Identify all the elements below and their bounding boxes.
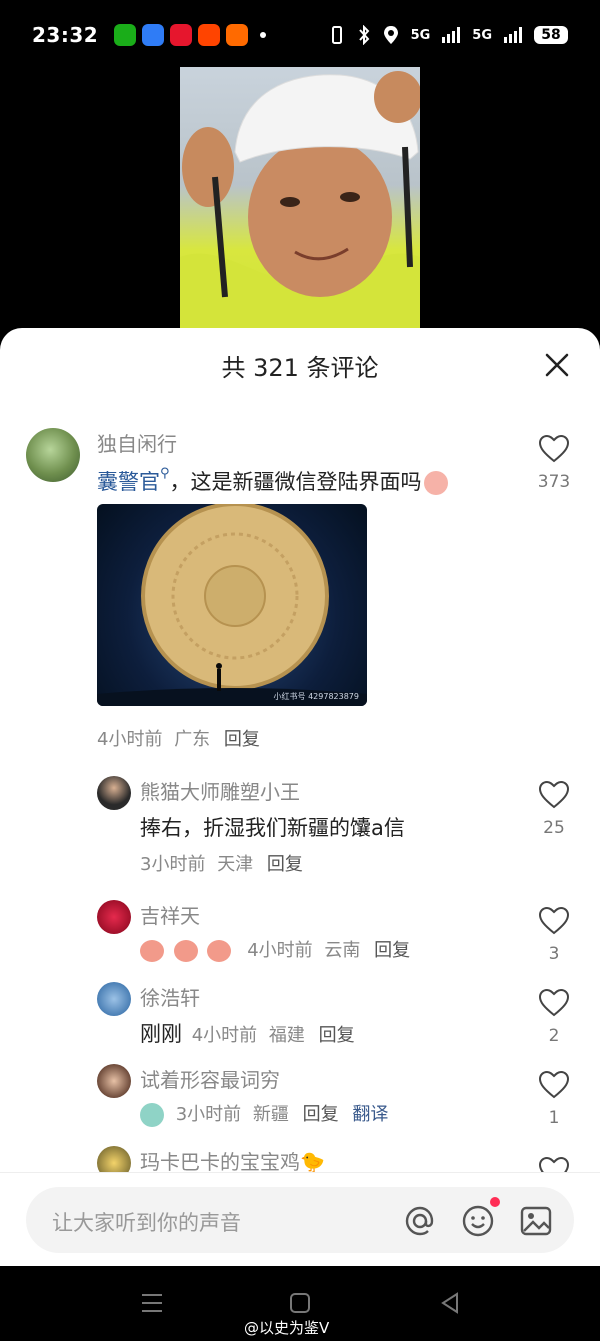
like-button[interactable]: 3: [534, 906, 574, 964]
wechat-app-icon: [114, 24, 137, 46]
notification-dot: [490, 1197, 500, 1207]
comment-meta: 3小时前 新疆 回复 翻译: [140, 1100, 388, 1127]
emoji-sticker-icon: [173, 940, 198, 962]
reply-button[interactable]: 回复: [374, 940, 410, 961]
close-icon[interactable]: [542, 350, 572, 380]
avatar[interactable]: [97, 982, 131, 1016]
back-icon[interactable]: [438, 1292, 462, 1314]
reply-item: 试着形容最词穷 3小时前 新疆 回复 翻译 1: [0, 1060, 600, 1140]
menu-icon[interactable]: [140, 1292, 164, 1314]
comment-meta: 4小时前 广东 回复: [97, 729, 260, 750]
police-officer-image: [180, 71, 420, 329]
like-count: 25: [543, 818, 565, 838]
comment-text[interactable]: 囊警官⚲，这是新疆微信登陆界面吗: [97, 466, 448, 496]
heart-icon: [538, 906, 570, 935]
weibo-app-icon: [170, 24, 193, 46]
signal-icon-1: [442, 27, 461, 43]
naan-moon-image: [97, 504, 367, 706]
orange-app-icon: [226, 24, 249, 46]
notification-app-icons: [114, 24, 267, 46]
reply-item: 吉祥天 4小时前 云南 回复 3: [0, 896, 600, 976]
emoji-sticker-icon: [207, 940, 232, 962]
comment-meta: 刚刚 4小时前 福建 回复: [140, 1022, 355, 1046]
comment-input-bar: 让大家听到你的声音: [0, 1172, 600, 1266]
emoji-sticker-icon: [423, 471, 448, 495]
reply-button[interactable]: 回复: [267, 854, 303, 875]
like-button[interactable]: 2: [534, 988, 574, 1046]
avatar[interactable]: [97, 776, 131, 810]
reply-button[interactable]: 回复: [303, 1104, 339, 1125]
heart-icon: [538, 434, 570, 463]
reply-button[interactable]: 回复: [319, 1025, 355, 1046]
avatar[interactable]: [26, 428, 80, 482]
comment-username[interactable]: 徐浩轩: [140, 982, 200, 1011]
like-count: 373: [537, 472, 571, 492]
comment-meta: 3小时前 天津 回复: [140, 854, 303, 875]
sheet-header: 共 321 条评论: [0, 328, 600, 402]
comment-sheet: 共 321 条评论 独自闲行 囊警官⚲，这是新疆微信登陆界面吗 小红书号 429…: [0, 328, 600, 1266]
avatar[interactable]: [97, 900, 131, 934]
mention-at-icon[interactable]: [402, 1203, 438, 1239]
bluetooth-icon: [358, 25, 369, 45]
comment-image[interactable]: 小红书号 4297823879: [97, 504, 367, 706]
like-count: 2: [548, 1026, 560, 1046]
reply-item: 徐浩轩 刚刚 4小时前 福建 回复 2: [0, 978, 600, 1058]
emoji-smile-icon: [462, 1205, 494, 1237]
heart-icon: [538, 988, 570, 1017]
comment-item: 独自闲行 囊警官⚲，这是新疆微信登陆界面吗 小红书号 4297823879 4小…: [0, 420, 600, 760]
like-button[interactable]: 25: [534, 780, 574, 838]
heart-icon: [538, 780, 570, 809]
comment-username[interactable]: 试着形容最词穷: [140, 1064, 280, 1093]
comment-count-title: 共 321 条评论: [221, 353, 379, 382]
network-5g-1: 5G: [410, 27, 431, 43]
comment-meta: 4小时前 云南 回复: [140, 936, 410, 962]
emoji-button[interactable]: [460, 1197, 500, 1239]
system-icons: 5G 5G 58: [329, 25, 568, 45]
vibrate-icon: [331, 26, 342, 44]
search-icon: ⚲: [160, 466, 170, 481]
comment-text[interactable]: 捧右，折湿我们新疆的馕a信: [140, 812, 405, 842]
translate-button[interactable]: 翻译: [352, 1104, 388, 1125]
reply-item: 熊猫大师雕塑小王 捧右，折湿我们新疆的馕a信 3小时前 天津 回复 25: [0, 770, 600, 875]
comment-username[interactable]: 吉祥天: [140, 900, 200, 929]
comment-username[interactable]: 独自闲行: [97, 428, 177, 457]
image-watermark: 小红书号 4297823879: [273, 692, 359, 701]
comment-input[interactable]: 让大家听到你的声音: [26, 1187, 574, 1253]
more-notifications-dot: [260, 32, 267, 38]
comment-username[interactable]: 熊猫大师雕塑小王: [140, 776, 300, 805]
network-5g-2: 5G: [472, 27, 492, 43]
signal-icon-2: [504, 27, 522, 43]
reply-button[interactable]: 回复: [224, 729, 260, 750]
comment-text[interactable]: 刚刚: [140, 1022, 182, 1046]
like-count: 1: [548, 1108, 560, 1128]
shrug-emoji-icon: [140, 1103, 164, 1127]
like-count: 3: [548, 944, 560, 964]
heart-icon: [538, 1070, 570, 1099]
image-picker-icon[interactable]: [518, 1203, 554, 1239]
mention-link[interactable]: 囊警官: [97, 470, 160, 494]
battery-indicator: 58: [534, 26, 568, 44]
avatar[interactable]: [97, 1064, 131, 1098]
clock: 23:32: [32, 23, 99, 47]
video-thumbnail[interactable]: [180, 67, 420, 329]
input-placeholder: 让大家听到你的声音: [52, 1211, 241, 1235]
status-bar: 23:32 5G 5G 58: [0, 0, 600, 70]
input-actions: [402, 1197, 554, 1239]
location-icon: [383, 26, 398, 44]
taobao-app-icon: [198, 24, 221, 46]
like-button[interactable]: 373: [534, 434, 574, 492]
weibo-watermark: @以史为鉴V: [244, 1319, 330, 1337]
like-button[interactable]: 1: [534, 1070, 574, 1128]
blue-app-icon: [142, 24, 165, 46]
emoji-sticker-icon: [140, 940, 164, 962]
home-icon[interactable]: [288, 1292, 312, 1314]
comment-username[interactable]: 玛卡巴卡的宝宝鸡🐤: [140, 1146, 325, 1175]
